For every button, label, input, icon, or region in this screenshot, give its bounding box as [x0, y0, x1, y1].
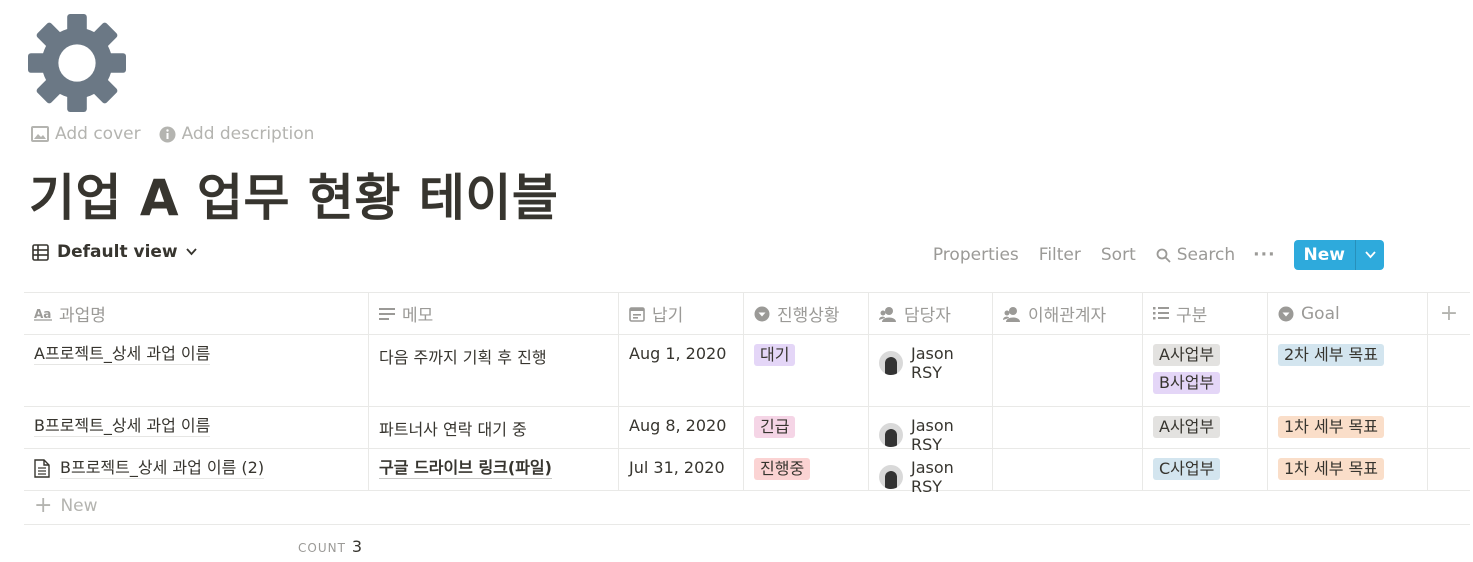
add-cover-label: Add cover	[55, 124, 141, 144]
add-description-button[interactable]: Add description	[159, 124, 315, 144]
page-title[interactable]: 기업 A 업무 현황 테이블	[29, 158, 558, 230]
count-label: COUNT	[298, 541, 346, 555]
column-header-memo[interactable]: 메모	[369, 293, 619, 334]
row-due-date: Aug 1, 2020	[629, 344, 727, 363]
view-switcher[interactable]: Default view	[32, 242, 197, 262]
page-document-icon	[34, 459, 50, 478]
column-header-stakeholders[interactable]: 이해관계자	[993, 293, 1143, 334]
more-options-button[interactable]: ···	[1253, 245, 1275, 265]
row-title[interactable]: B프로젝트_상세 과업 이름 (2)	[60, 458, 265, 479]
list-icon	[1153, 307, 1169, 320]
avatar	[879, 423, 903, 447]
column-label: 진행상황	[777, 306, 840, 326]
status-tag: 대기	[754, 344, 796, 366]
search-label: Search	[1176, 245, 1236, 265]
table-row[interactable]: B프로젝트_상세 과업 이름 (2) 구글 드라이브 링크(파일) Jul 31…	[24, 449, 1470, 496]
column-label: 구분	[1176, 306, 1208, 326]
filter-button[interactable]: Filter	[1039, 245, 1081, 265]
add-column-button[interactable]: +	[1428, 293, 1470, 334]
column-header-goal[interactable]: Goal	[1268, 293, 1428, 334]
count-value: 3	[351, 537, 363, 556]
column-label: 이해관계자	[1028, 306, 1107, 326]
row-memo-link[interactable]: 구글 드라이브 링크(파일)	[379, 458, 552, 479]
column-header-due[interactable]: 납기	[619, 293, 744, 334]
add-cover-button[interactable]: Add cover	[31, 124, 141, 144]
row-title[interactable]: B프로젝트_상세 과업 이름	[34, 416, 211, 437]
search-button[interactable]: Search	[1156, 245, 1235, 265]
database-table: Aa 과업명 메모 납기 진행상황 담당자 이해관계자 구분 Goal + A프…	[24, 292, 1470, 496]
category-tag: B사업부	[1153, 372, 1221, 394]
column-header-category[interactable]: 구분	[1143, 293, 1268, 334]
row-memo: 다음 주까지 기획 후 진행	[379, 348, 547, 367]
info-icon	[159, 126, 176, 142]
sort-button[interactable]: Sort	[1101, 245, 1136, 265]
person-icon	[879, 306, 896, 322]
chevron-down-icon	[185, 248, 197, 256]
category-tag: A사업부	[1153, 416, 1221, 438]
table-header-row: Aa 과업명 메모 납기 진행상황 담당자 이해관계자 구분 Goal +	[24, 293, 1470, 335]
text-lines-icon	[379, 307, 395, 320]
row-memo: 파트너사 연락 대기 중	[379, 420, 527, 439]
svg-text:Aa: Aa	[34, 307, 51, 321]
avatar	[879, 465, 903, 489]
status-tag: 긴급	[754, 416, 796, 438]
stakeholders-cell[interactable]	[993, 449, 1143, 490]
plus-icon: +	[1439, 301, 1459, 326]
new-button-group: New	[1293, 240, 1384, 270]
calendar-icon	[629, 306, 645, 322]
column-label: Goal	[1301, 303, 1340, 324]
row-count[interactable]: COUNT 3	[298, 537, 362, 556]
column-label: 과업명	[59, 306, 106, 326]
select-circle-icon	[754, 306, 770, 321]
select-circle-icon	[1278, 306, 1294, 321]
new-dropdown-button[interactable]	[1355, 240, 1384, 270]
add-description-label: Add description	[181, 124, 315, 144]
view-label: Default view	[57, 242, 178, 262]
title-aa-icon: Aa	[34, 307, 52, 321]
row-due-date: Aug 8, 2020	[629, 416, 727, 435]
category-tag: A사업부	[1153, 344, 1221, 366]
status-tag: 진행중	[754, 458, 811, 480]
column-header-owner[interactable]: 담당자	[869, 293, 993, 334]
add-row-button[interactable]: + New	[24, 487, 1470, 525]
chevron-down-icon	[1364, 251, 1376, 259]
row-due-date: Jul 31, 2020	[629, 458, 725, 477]
column-header-status[interactable]: 진행상황	[744, 293, 869, 334]
row-title[interactable]: A프로젝트_상세 과업 이름	[34, 344, 211, 365]
properties-button[interactable]: Properties	[933, 245, 1019, 265]
stakeholders-cell[interactable]	[993, 407, 1143, 448]
goal-tag: 1차 세부 목표	[1278, 458, 1384, 480]
person-icon	[1003, 306, 1020, 322]
gear-icon[interactable]	[28, 14, 126, 112]
image-icon	[31, 126, 49, 142]
plus-icon: +	[34, 493, 53, 518]
avatar	[879, 351, 903, 375]
search-icon	[1156, 248, 1171, 263]
column-label: 납기	[652, 306, 684, 326]
add-row-label: New	[60, 495, 98, 516]
table-row[interactable]: A프로젝트_상세 과업 이름 다음 주까지 기획 후 진행 Aug 1, 202…	[24, 335, 1470, 407]
stakeholders-cell[interactable]	[993, 335, 1143, 406]
goal-tag: 1차 세부 목표	[1278, 416, 1384, 438]
goal-tag: 2차 세부 목표	[1278, 344, 1384, 366]
column-label: 담당자	[904, 306, 951, 326]
category-tag: C사업부	[1153, 458, 1221, 480]
table-row[interactable]: B프로젝트_상세 과업 이름 파트너사 연락 대기 중 Aug 8, 2020 …	[24, 407, 1470, 454]
column-header-name[interactable]: Aa 과업명	[24, 293, 369, 334]
table-icon	[32, 243, 49, 261]
column-label: 메모	[402, 306, 434, 326]
new-button[interactable]: New	[1294, 240, 1355, 270]
owner-name: Jason RSY	[911, 344, 954, 382]
